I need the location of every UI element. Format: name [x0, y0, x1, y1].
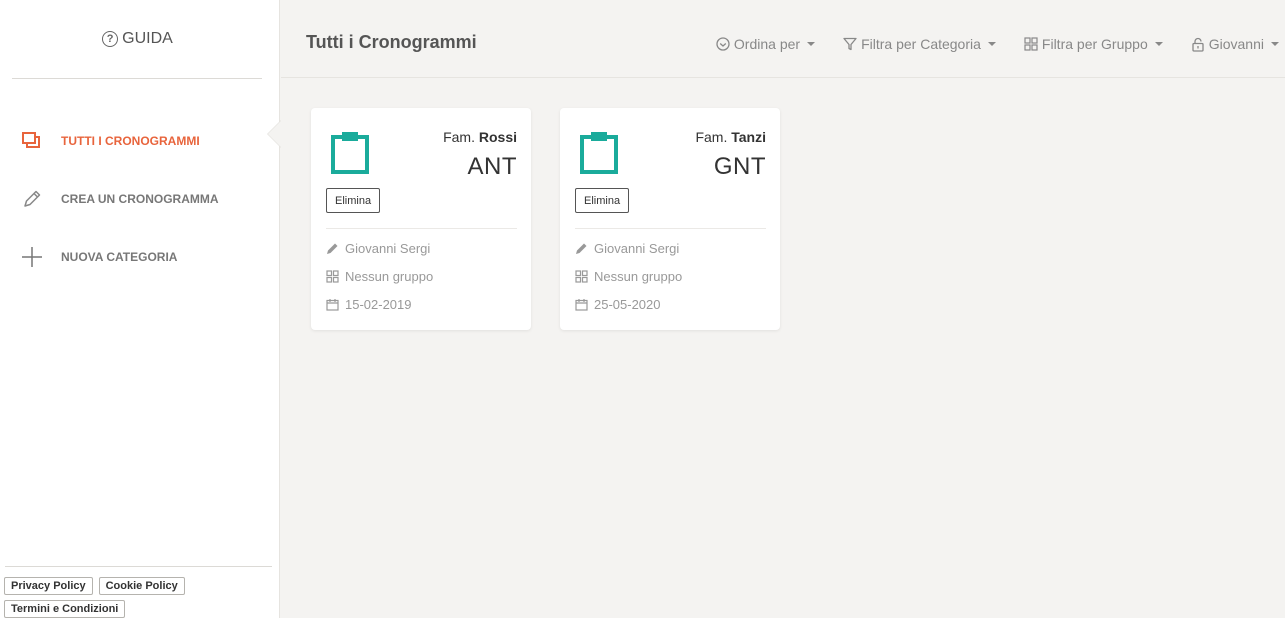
- sidebar-item-all-schedules[interactable]: TUTTI I CRONOGRAMMI: [0, 112, 281, 170]
- group-filter-dropdown[interactable]: Filtra per Gruppo: [1024, 36, 1163, 52]
- chevron-down-icon: [1271, 42, 1279, 46]
- page-title: Tutti i Cronogrammi: [306, 32, 477, 52]
- group-name: Nessun gruppo: [594, 269, 683, 284]
- sidebar: ? GUIDA TUTTI I CRONOGRAMMI CREA UN CRON…: [0, 0, 281, 618]
- category-filter-dropdown[interactable]: Filtra per Categoria: [843, 36, 996, 52]
- date-row: 25-05-2020: [575, 297, 661, 312]
- group-filter-label: Filtra per Gruppo: [1041, 36, 1148, 52]
- schedule-date: 15-02-2019: [345, 297, 412, 312]
- group-row: Nessun gruppo: [326, 269, 433, 284]
- family-surname: Tanzi: [731, 129, 766, 145]
- family-name: Fam. Tanzi: [695, 129, 766, 145]
- author-row: Giovanni Sergi: [575, 241, 679, 256]
- sort-label: Ordina per: [733, 36, 801, 52]
- chevron-down-icon: [807, 42, 816, 46]
- group-row: Nessun gruppo: [575, 269, 682, 284]
- family-prefix: Fam.: [443, 129, 475, 145]
- guide-label: GUIDA: [122, 30, 173, 47]
- active-indicator: [267, 120, 281, 148]
- schedule-date: 25-05-2020: [594, 297, 661, 312]
- sidebar-nav: TUTTI I CRONOGRAMMI CREA UN CRONOGRAMMA: [0, 112, 281, 286]
- calendar-icon: [575, 299, 588, 311]
- schedule-card[interactable]: Fam. Tanzi GNT Elimina Giovanni Sergi Ne…: [560, 108, 780, 330]
- family-name: Fam. Rossi: [443, 129, 517, 145]
- delete-button[interactable]: Elimina: [326, 188, 381, 213]
- grid-icon: [575, 270, 588, 283]
- filter-icon: [843, 37, 857, 51]
- sidebar-item-label: TUTTI I CRONOGRAMMI: [61, 134, 200, 148]
- author-name: Giovanni Sergi: [345, 241, 431, 256]
- user-name: Giovanni: [1208, 36, 1264, 52]
- sidebar-item-label: CREA UN CRONOGRAMMA: [61, 192, 219, 206]
- schedule-card[interactable]: Fam. Rossi ANT Elimina Giovanni Sergi Ne…: [311, 108, 531, 330]
- group-name: Nessun gruppo: [345, 269, 434, 284]
- pencil-icon: [20, 187, 44, 211]
- sidebar-item-label: NUOVA CATEGORIA: [61, 250, 178, 264]
- author-name: Giovanni Sergi: [594, 241, 680, 256]
- sidebar-item-new-category[interactable]: NUOVA CATEGORIA: [0, 228, 280, 286]
- sidebar-divider: [12, 78, 262, 79]
- schedule-code: ANT: [467, 153, 517, 180]
- clipboard-icon: [580, 132, 618, 174]
- privacy-policy-link[interactable]: Privacy Policy: [4, 577, 93, 595]
- chevron-down-icon: [1154, 42, 1163, 46]
- calendar-icon: [326, 299, 339, 311]
- pencil-icon: [576, 243, 587, 254]
- help-icon: ?: [102, 31, 119, 47]
- grid-icon: [326, 270, 339, 283]
- schedule-code: GNT: [713, 153, 766, 180]
- circle-check-icon: [716, 37, 730, 51]
- footer-divider: [5, 566, 272, 567]
- plus-icon: [20, 245, 44, 269]
- toolbar: Ordina per Filtra per Categoria Filtra p…: [688, 36, 1279, 52]
- category-filter-label: Filtra per Categoria: [861, 36, 981, 52]
- sidebar-item-create-schedule[interactable]: CREA UN CRONOGRAMMA: [0, 170, 280, 228]
- family-surname: Rossi: [478, 129, 517, 145]
- delete-button[interactable]: Elimina: [575, 188, 630, 213]
- clipboard-icon: [331, 132, 369, 174]
- terms-link[interactable]: Termini e Condizioni: [4, 600, 126, 618]
- pencil-icon: [327, 243, 338, 254]
- card-divider: [326, 228, 517, 229]
- grid-icon: [1024, 37, 1038, 51]
- footer-links: Privacy Policy Cookie Policy Termini e C…: [4, 577, 274, 618]
- author-row: Giovanni Sergi: [326, 241, 430, 256]
- user-menu[interactable]: Giovanni: [1191, 36, 1279, 52]
- lock-icon: [1192, 37, 1204, 52]
- stacked-squares-icon: [20, 129, 44, 153]
- family-prefix: Fam.: [695, 129, 728, 145]
- topbar: Tutti i Cronogrammi Ordina per Filtra pe…: [281, 0, 1285, 78]
- chevron-down-icon: [987, 42, 996, 46]
- date-row: 15-02-2019: [326, 297, 412, 312]
- card-divider: [575, 228, 766, 229]
- cookie-policy-link[interactable]: Cookie Policy: [98, 577, 185, 595]
- sort-dropdown[interactable]: Ordina per: [716, 36, 816, 52]
- guide-link[interactable]: ? GUIDA: [0, 30, 275, 48]
- app: ? GUIDA TUTTI I CRONOGRAMMI CREA UN CRON…: [0, 0, 1285, 618]
